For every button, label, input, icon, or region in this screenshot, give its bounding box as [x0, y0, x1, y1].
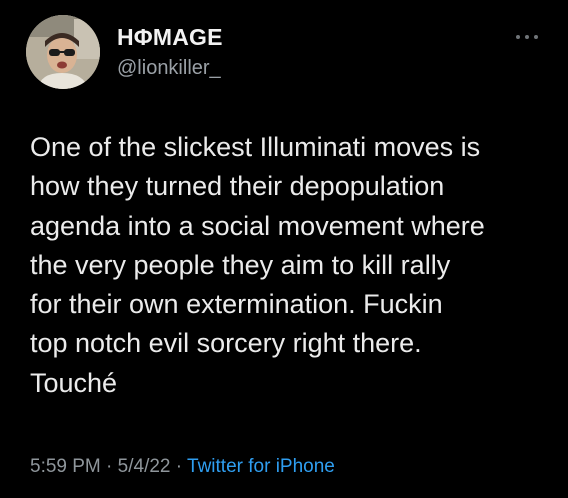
tweet-time[interactable]: 5:59 PM [30, 456, 101, 477]
avatar[interactable] [26, 15, 100, 89]
meta-separator: · [170, 456, 188, 477]
profile-photo-icon [26, 15, 100, 89]
tweet-card: HΦMAGE @lionkiller_ One of the slickest … [0, 0, 568, 498]
display-name[interactable]: HΦMAGE [117, 24, 223, 51]
user-handle[interactable]: @lionkiller_ [117, 57, 221, 80]
meta-separator: · [100, 456, 118, 477]
tweet-date[interactable]: 5/4/22 [118, 456, 171, 477]
more-options-icon[interactable] [514, 32, 540, 42]
tweet-meta: 5:59 PM · 5/4/22 · Twitter for iPhone [30, 456, 335, 478]
tweet-text: One of the slickest Illuminati moves is … [30, 132, 485, 398]
tweet-source-link[interactable]: Twitter for iPhone [187, 456, 335, 477]
